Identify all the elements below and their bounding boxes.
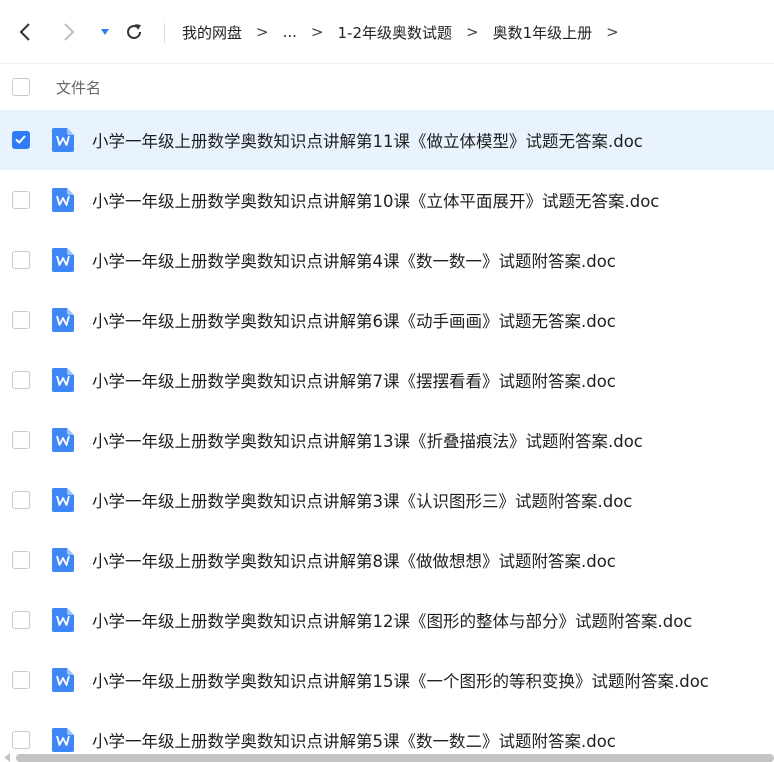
file-row[interactable]: 小学一年级上册数学奥数知识点讲解第12课《图形的整体与部分》试题附答案.doc (0, 590, 774, 650)
breadcrumb-item-root[interactable]: 我的网盘 (182, 22, 242, 43)
breadcrumb-separator: > (466, 23, 479, 41)
word-doc-icon (52, 668, 74, 692)
word-doc-icon (52, 368, 74, 392)
breadcrumb-ellipsis[interactable]: ... (283, 23, 297, 41)
column-header-filename[interactable]: 文件名 (56, 77, 101, 98)
horizontal-scrollbar[interactable] (0, 752, 774, 762)
breadcrumb-separator: > (256, 23, 269, 41)
word-doc-icon (52, 728, 74, 752)
file-list-header: 文件名 (0, 64, 774, 110)
file-checkbox[interactable] (12, 731, 30, 749)
scrollbar-thumb[interactable] (16, 754, 774, 762)
chevron-left-icon (19, 22, 30, 41)
file-row[interactable]: 小学一年级上册数学奥数知识点讲解第15课《一个图形的等积变换》试题附答案.doc (0, 650, 774, 710)
file-row[interactable]: 小学一年级上册数学奥数知识点讲解第7课《摆摆看看》试题附答案.doc (0, 350, 774, 410)
file-name[interactable]: 小学一年级上册数学奥数知识点讲解第6课《动手画画》试题无答案.doc (92, 308, 616, 332)
file-checkbox[interactable] (12, 311, 30, 329)
file-name[interactable]: 小学一年级上册数学奥数知识点讲解第15课《一个图形的等积变换》试题附答案.doc (92, 668, 709, 692)
scroll-left-arrow-icon[interactable] (2, 753, 12, 762)
select-all-checkbox[interactable] (12, 78, 30, 96)
file-checkbox[interactable] (12, 191, 30, 209)
toolbar-divider (164, 23, 165, 43)
file-name[interactable]: 小学一年级上册数学奥数知识点讲解第12课《图形的整体与部分》试题附答案.doc (92, 608, 692, 632)
file-name[interactable]: 小学一年级上册数学奥数知识点讲解第13课《折叠描痕法》试题附答案.doc (92, 428, 643, 452)
file-name[interactable]: 小学一年级上册数学奥数知识点讲解第8课《做做想想》试题附答案.doc (92, 548, 616, 572)
file-name[interactable]: 小学一年级上册数学奥数知识点讲解第10课《立体平面展开》试题无答案.doc (92, 188, 659, 212)
word-doc-icon (52, 428, 74, 452)
word-doc-icon (52, 608, 74, 632)
chevron-right-icon (64, 22, 75, 41)
file-row[interactable]: 小学一年级上册数学奥数知识点讲解第10课《立体平面展开》试题无答案.doc (0, 170, 774, 230)
breadcrumb: 我的网盘 > ... > 1-2年级奥数试题 > 奥数1年级上册 > (182, 0, 633, 64)
file-row[interactable]: 小学一年级上册数学奥数知识点讲解第8课《做做想想》试题附答案.doc (0, 530, 774, 590)
word-doc-icon (52, 548, 74, 572)
file-row[interactable]: 小学一年级上册数学奥数知识点讲解第11课《做立体模型》试题无答案.doc (0, 110, 774, 170)
file-name[interactable]: 小学一年级上册数学奥数知识点讲解第11课《做立体模型》试题无答案.doc (92, 128, 643, 152)
file-checkbox[interactable] (12, 371, 30, 389)
file-list: 小学一年级上册数学奥数知识点讲解第11课《做立体模型》试题无答案.doc 小学一年… (0, 110, 774, 762)
navigation-toolbar: 我的网盘 > ... > 1-2年级奥数试题 > 奥数1年级上册 > (0, 0, 774, 64)
breadcrumb-item-folder[interactable]: 1-2年级奥数试题 (337, 22, 452, 43)
file-row[interactable]: 小学一年级上册数学奥数知识点讲解第4课《数一数一》试题附答案.doc (0, 230, 774, 290)
refresh-button[interactable] (120, 16, 148, 48)
file-checkbox[interactable] (12, 671, 30, 689)
breadcrumb-separator: > (606, 23, 619, 41)
history-dropdown-button[interactable] (96, 16, 114, 48)
file-row[interactable]: 小学一年级上册数学奥数知识点讲解第13课《折叠描痕法》试题附答案.doc (0, 410, 774, 470)
word-doc-icon (52, 128, 74, 152)
forward-button[interactable] (56, 16, 82, 48)
file-row[interactable]: 小学一年级上册数学奥数知识点讲解第6课《动手画画》试题无答案.doc (0, 290, 774, 350)
file-checkbox[interactable] (12, 551, 30, 569)
file-row[interactable]: 小学一年级上册数学奥数知识点讲解第3课《认识图形三》试题附答案.doc (0, 470, 774, 530)
file-name[interactable]: 小学一年级上册数学奥数知识点讲解第4课《数一数一》试题附答案.doc (92, 248, 616, 272)
file-checkbox[interactable] (12, 431, 30, 449)
file-name[interactable]: 小学一年级上册数学奥数知识点讲解第7课《摆摆看看》试题附答案.doc (92, 368, 616, 392)
file-checkbox[interactable] (12, 611, 30, 629)
file-checkbox[interactable] (12, 491, 30, 509)
word-doc-icon (52, 308, 74, 332)
word-doc-icon (52, 188, 74, 212)
caret-down-icon (101, 28, 109, 35)
word-doc-icon (52, 488, 74, 512)
word-doc-icon (52, 248, 74, 272)
breadcrumb-item-current[interactable]: 奥数1年级上册 (493, 22, 593, 43)
file-checkbox[interactable] (12, 131, 30, 149)
file-name[interactable]: 小学一年级上册数学奥数知识点讲解第5课《数一数二》试题附答案.doc (92, 728, 616, 752)
back-button[interactable] (12, 16, 38, 48)
checkmark-icon (15, 135, 26, 144)
refresh-icon (127, 23, 141, 39)
breadcrumb-separator: > (310, 23, 324, 41)
file-checkbox[interactable] (12, 251, 30, 269)
file-name[interactable]: 小学一年级上册数学奥数知识点讲解第3课《认识图形三》试题附答案.doc (92, 488, 632, 512)
